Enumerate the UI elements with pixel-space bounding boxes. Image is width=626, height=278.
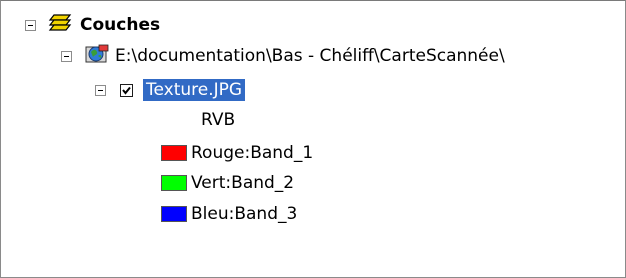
blue-swatch [161,206,187,222]
root-label: Couches [80,15,161,35]
tree-node-couches[interactable]: Couches [25,13,160,37]
band-label: Vert:Band_2 [191,173,295,193]
layer-label[interactable]: Texture.JPG [143,79,246,101]
legend-item-band-1: Rouge:Band_1 [161,141,313,165]
legend-item-band-3: Bleu:Band_3 [161,202,297,226]
layers-icon [48,13,72,38]
tree-node-group[interactable]: E:\documentation\Bas - Chéliff\CarteScan… [61,44,505,68]
legend-title: RVB [201,110,236,130]
legend-title-row: RVB [201,108,235,132]
green-swatch [161,175,187,191]
collapse-icon[interactable] [95,84,106,96]
layer-visibility-checkbox[interactable] [120,83,133,97]
collapse-icon[interactable] [25,19,36,31]
table-of-contents: Couches E:\documentation\Bas - Chéliff\C… [0,0,626,278]
legend-item-band-2: Vert:Band_2 [161,171,294,195]
collapse-icon[interactable] [61,50,72,62]
group-label: E:\documentation\Bas - Chéliff\CarteScan… [115,46,505,66]
red-swatch [161,145,187,161]
tree-node-layer[interactable]: Texture.JPG [95,78,246,102]
raster-catalog-icon [84,43,110,70]
band-label: Bleu:Band_3 [191,204,298,224]
band-label: Rouge:Band_1 [191,143,314,163]
